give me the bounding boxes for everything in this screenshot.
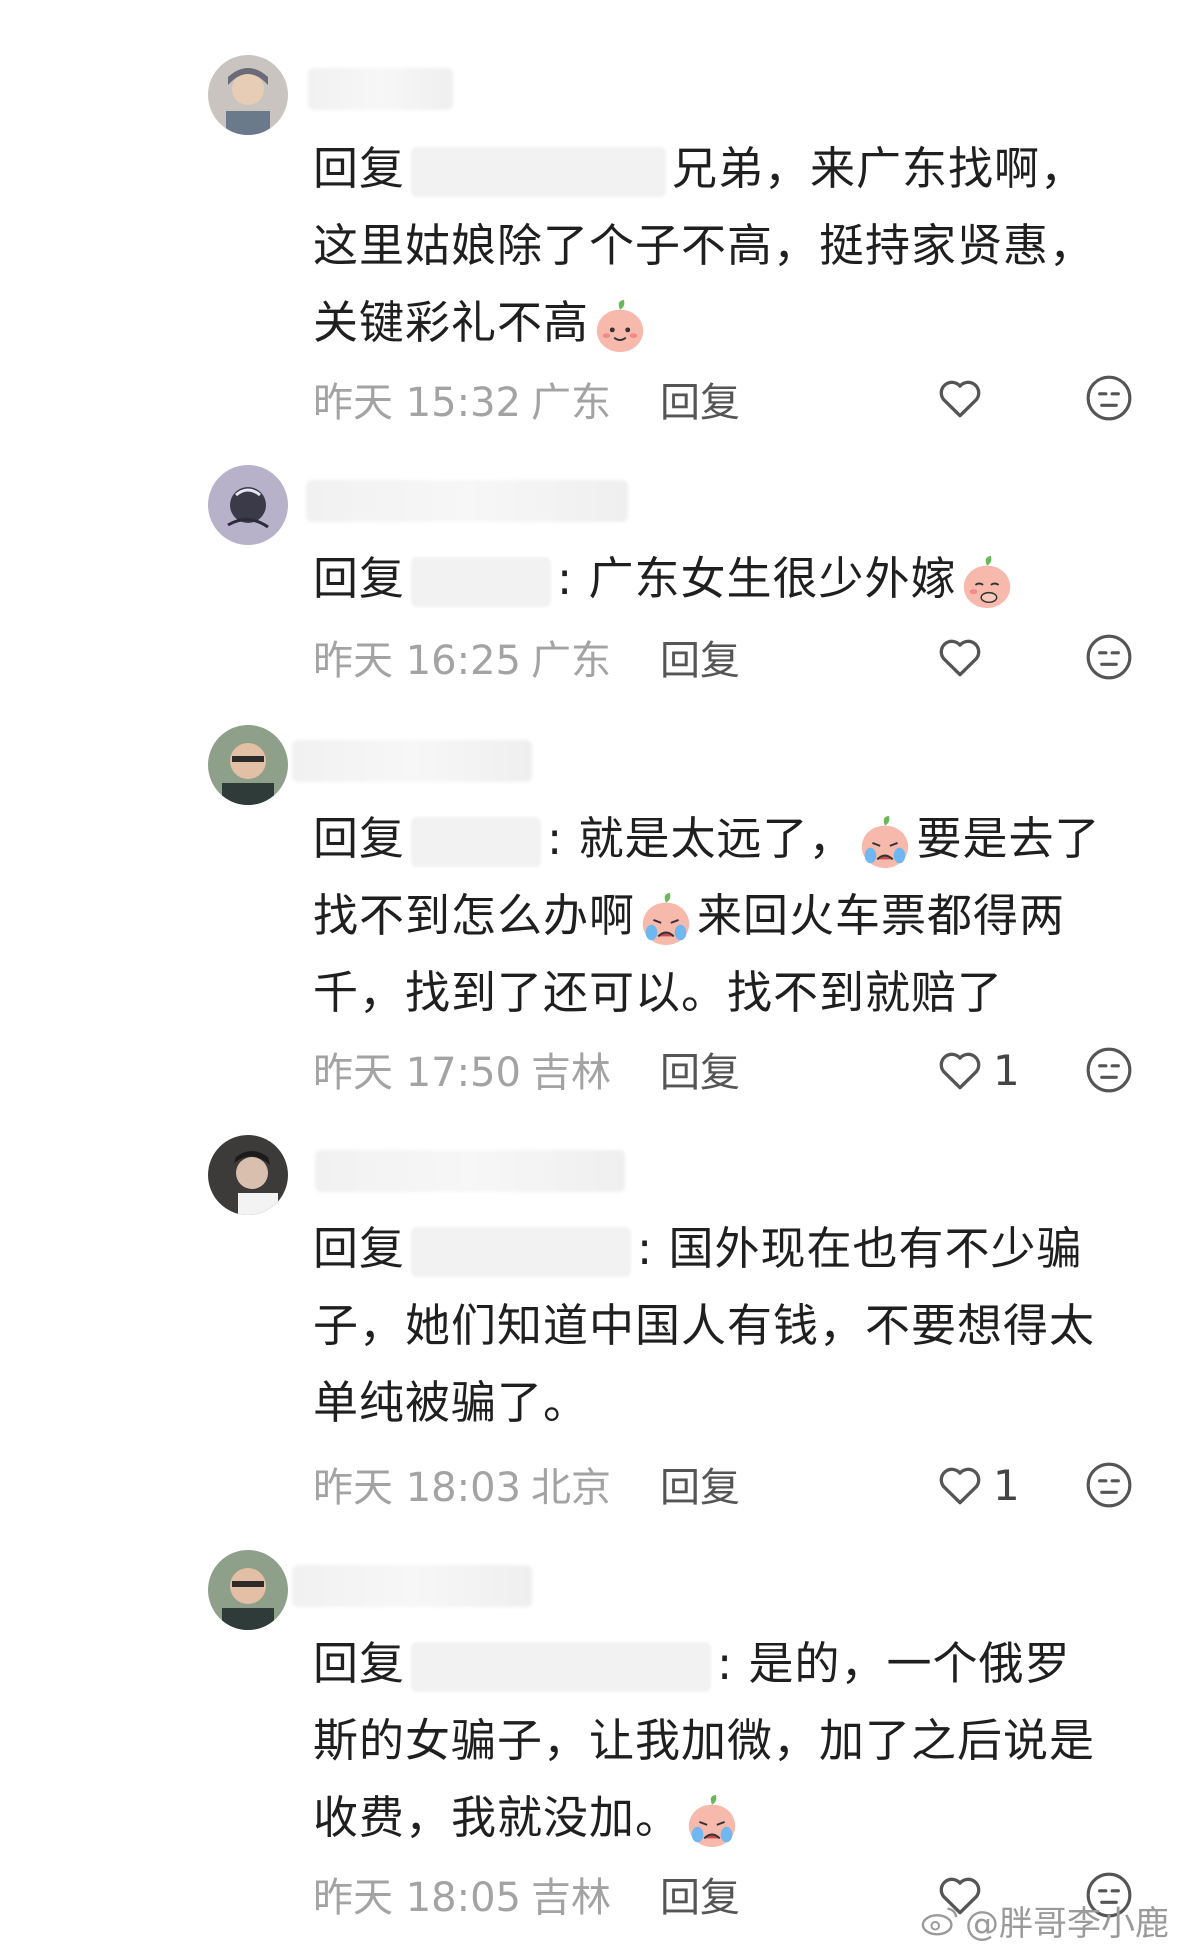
comment-text: 回复 兄弟，来广东找啊， 这里姑娘除了个子不高，挺持家贤惠， 关键彩礼不高: [313, 130, 1133, 361]
weibo-logo-icon: [921, 1906, 958, 1935]
like-count: 1: [993, 1045, 1020, 1095]
like-button[interactable]: 1: [935, 1043, 1065, 1097]
mention-redacted[interactable]: [411, 147, 667, 197]
mention-redacted[interactable]: [411, 1227, 632, 1277]
peach-cry-emoji: [856, 813, 914, 871]
username-redacted[interactable]: [292, 1565, 532, 1607]
watermark-text: @胖哥李小鹿: [965, 1904, 1169, 1944]
reply-prefix: 回复: [313, 1222, 406, 1275]
reply-prefix: 回复: [313, 1637, 406, 1690]
reply-prefix: 回复: [313, 552, 406, 605]
heart-icon: [939, 1467, 981, 1505]
avatar[interactable]: [208, 55, 288, 135]
like-button[interactable]: [935, 371, 1065, 425]
username-redacted[interactable]: [306, 480, 628, 522]
username-redacted[interactable]: [292, 740, 532, 782]
heart-icon: [939, 380, 981, 418]
neutral-face-icon[interactable]: [1084, 1460, 1134, 1510]
peach-cry-emoji: [683, 1792, 741, 1850]
neutral-face-icon[interactable]: [1084, 1045, 1134, 1095]
comment-meta: 昨天 16:25 广东: [313, 638, 611, 684]
comment-meta: 昨天 18:05 吉林: [313, 1875, 611, 1921]
like-count: 1: [993, 1460, 1020, 1510]
username-redacted[interactable]: [308, 68, 453, 110]
watermark: @胖哥李小鹿: [921, 1896, 1169, 1945]
reply-button[interactable]: 回复: [660, 1040, 740, 1098]
neutral-face-icon[interactable]: [1084, 632, 1134, 682]
like-button[interactable]: [935, 630, 1065, 684]
like-button[interactable]: 1: [935, 1458, 1065, 1512]
comment-text: 回复: 广东女生很少外嫁: [313, 540, 1133, 617]
comment-text: 回复: 就是太远了， 要是去了 找不到怎么办啊 来回火车票都得两 千，找到了还可以。…: [313, 812, 1101, 1019]
mention-redacted[interactable]: [411, 557, 552, 607]
mention-redacted[interactable]: [411, 1642, 712, 1692]
comment-meta: 昨天 18:03 北京: [313, 1465, 611, 1511]
reply-button[interactable]: 回复: [660, 628, 740, 686]
avatar[interactable]: [208, 1135, 288, 1215]
avatar[interactable]: [208, 1550, 288, 1630]
peach-shy-emoji: [958, 553, 1016, 611]
reply-prefix: 回复: [313, 142, 406, 195]
neutral-face-icon[interactable]: [1084, 373, 1134, 423]
comment-text: 回复: 是的，一个俄罗 斯的女骗子，让我加微，加了之后说是 收费，我就没加。: [313, 1625, 1133, 1856]
username-redacted[interactable]: [315, 1150, 625, 1192]
heart-icon: [939, 639, 981, 677]
avatar[interactable]: [208, 725, 288, 805]
peach-smile-emoji: [591, 297, 649, 355]
mention-redacted[interactable]: [411, 817, 542, 867]
reply-prefix: 回复: [313, 812, 406, 865]
reply-button[interactable]: 回复: [660, 370, 740, 428]
reply-button[interactable]: 回复: [660, 1455, 740, 1513]
comment-meta: 昨天 15:32 广东: [313, 380, 611, 426]
avatar[interactable]: [208, 465, 288, 545]
peach-cry-emoji: [637, 890, 695, 948]
reply-button[interactable]: 回复: [660, 1865, 740, 1923]
comment-meta: 昨天 17:50 吉林: [313, 1050, 611, 1096]
comment-text: 回复: 国外现在也有不少骗 子，她们知道中国人有钱，不要想得太 单纯被骗了。: [313, 1222, 1096, 1429]
heart-icon: [939, 1052, 981, 1090]
